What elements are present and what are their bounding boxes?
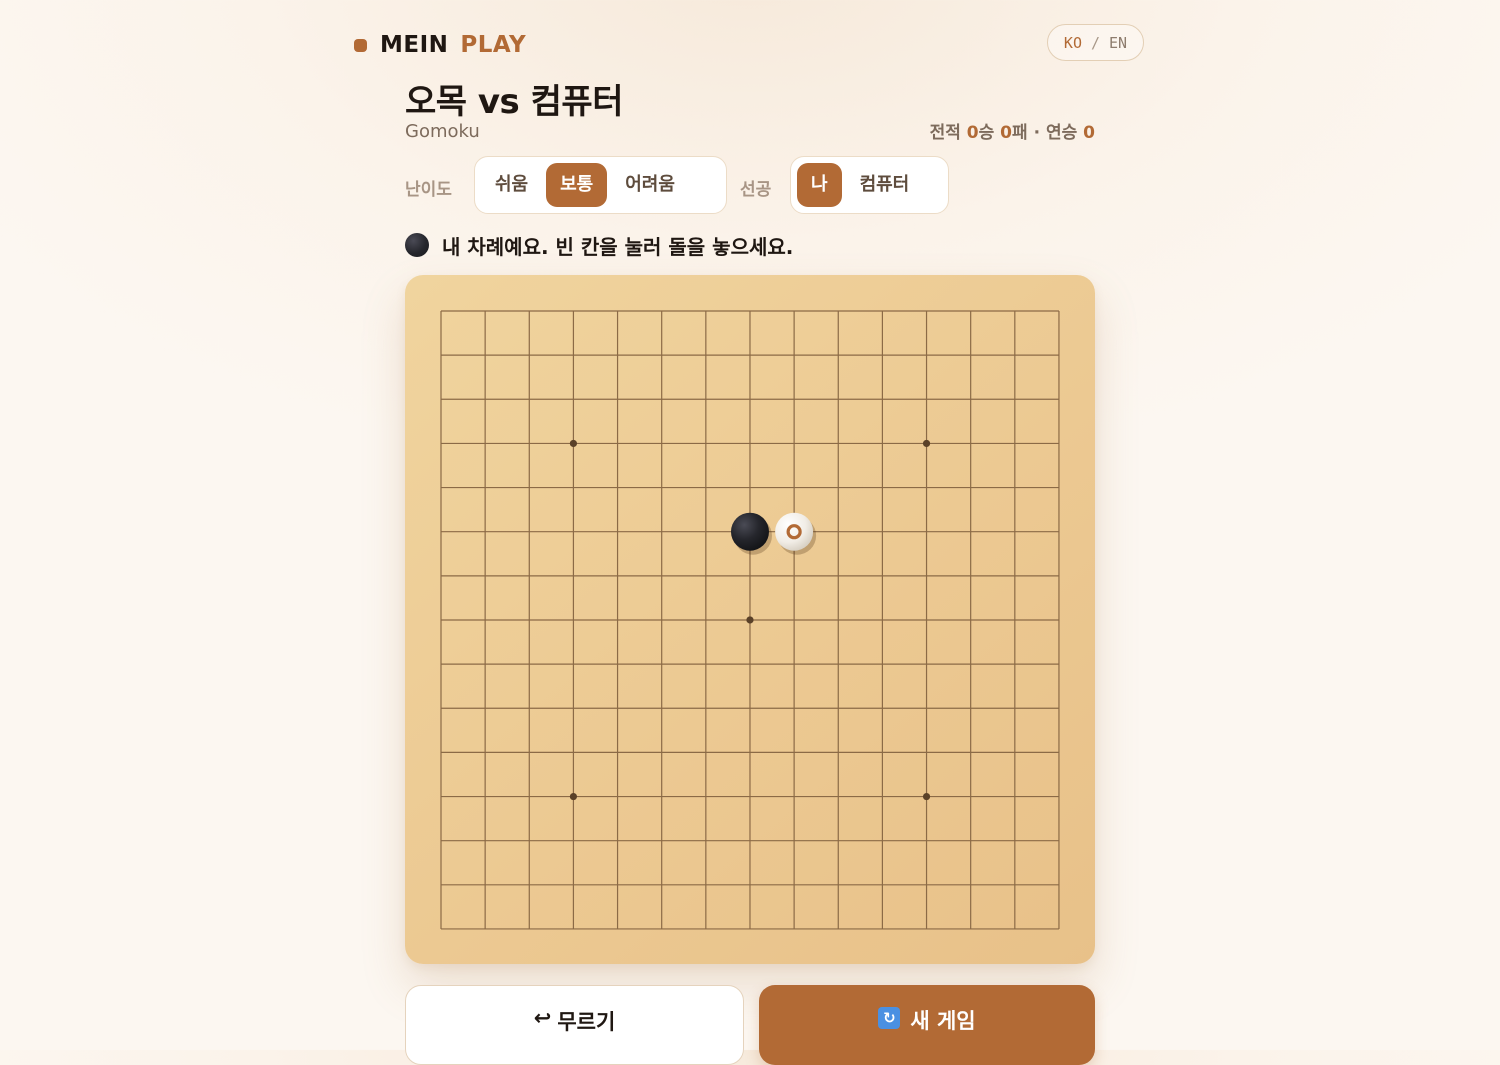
star-point (922, 439, 931, 448)
language-switch[interactable]: KO / EN (1047, 24, 1144, 61)
record-prefix: 전적 (929, 123, 967, 143)
record-losses: 0 (1000, 123, 1013, 143)
record-losses-suffix: 패 · 연승 (1012, 123, 1084, 143)
record-streak: 0 (1083, 123, 1095, 143)
difficulty-label: 난이도 (405, 180, 452, 200)
lang-separator: / (1090, 33, 1101, 52)
lang-ko-option[interactable]: KO (1064, 34, 1082, 52)
new-game-label: 새 게임 (910, 1009, 976, 1033)
first-move-computer-button[interactable]: 컴퓨터 (846, 163, 924, 207)
difficulty-hard-button[interactable]: 어려움 (611, 163, 689, 207)
refresh-icon: ↻ (878, 1007, 901, 1029)
win-loss-record: 전적 0승 0패 · 연승 0 (930, 118, 1095, 143)
board-grid[interactable] (405, 275, 1095, 964)
white-stone (775, 512, 817, 555)
stone-body (730, 512, 769, 551)
difficulty-easy-button[interactable]: 쉬움 (481, 163, 542, 207)
difficulty-selector: 쉬움 보통 어려움 (474, 156, 727, 214)
star-point (746, 616, 754, 624)
logo-mark-icon (354, 38, 367, 52)
turn-status-text: 내 차례예요. 빈 칸을 눌러 돌을 놓으세요. (442, 234, 794, 259)
first-move-me-button[interactable]: 나 (797, 163, 842, 207)
black-stone (730, 512, 772, 555)
logo-text-play: PLAY (460, 32, 527, 58)
lang-en-option[interactable]: EN (1109, 34, 1127, 52)
record-wins-suffix: 승 (978, 123, 1001, 143)
black-stone-icon (405, 233, 429, 257)
undo-icon: ↩ (533, 1006, 552, 1030)
logo[interactable]: MEIN PLAY (354, 30, 526, 60)
page-subtitle: Gomoku (405, 121, 480, 142)
logo-text-mein: MEIN (380, 32, 449, 58)
gomoku-board[interactable] (405, 275, 1095, 964)
first-move-label: 선공 (740, 180, 772, 200)
first-move-selector: 나 컴퓨터 (790, 156, 949, 214)
new-game-button[interactable]: ↻ 새 게임 (759, 985, 1095, 1065)
turn-status: 내 차례예요. 빈 칸을 눌러 돌을 놓으세요. (405, 231, 793, 259)
undo-label: 무르기 (557, 1010, 616, 1034)
page-title: 오목 vs 컴퓨터 (405, 82, 623, 122)
stone-body (775, 512, 814, 551)
star-point (569, 792, 578, 801)
star-point (569, 439, 578, 448)
star-point (922, 792, 931, 801)
difficulty-normal-button[interactable]: 보통 (546, 163, 608, 207)
undo-button[interactable]: ↩ 무르기 (405, 985, 744, 1065)
record-wins: 0 (966, 123, 979, 143)
